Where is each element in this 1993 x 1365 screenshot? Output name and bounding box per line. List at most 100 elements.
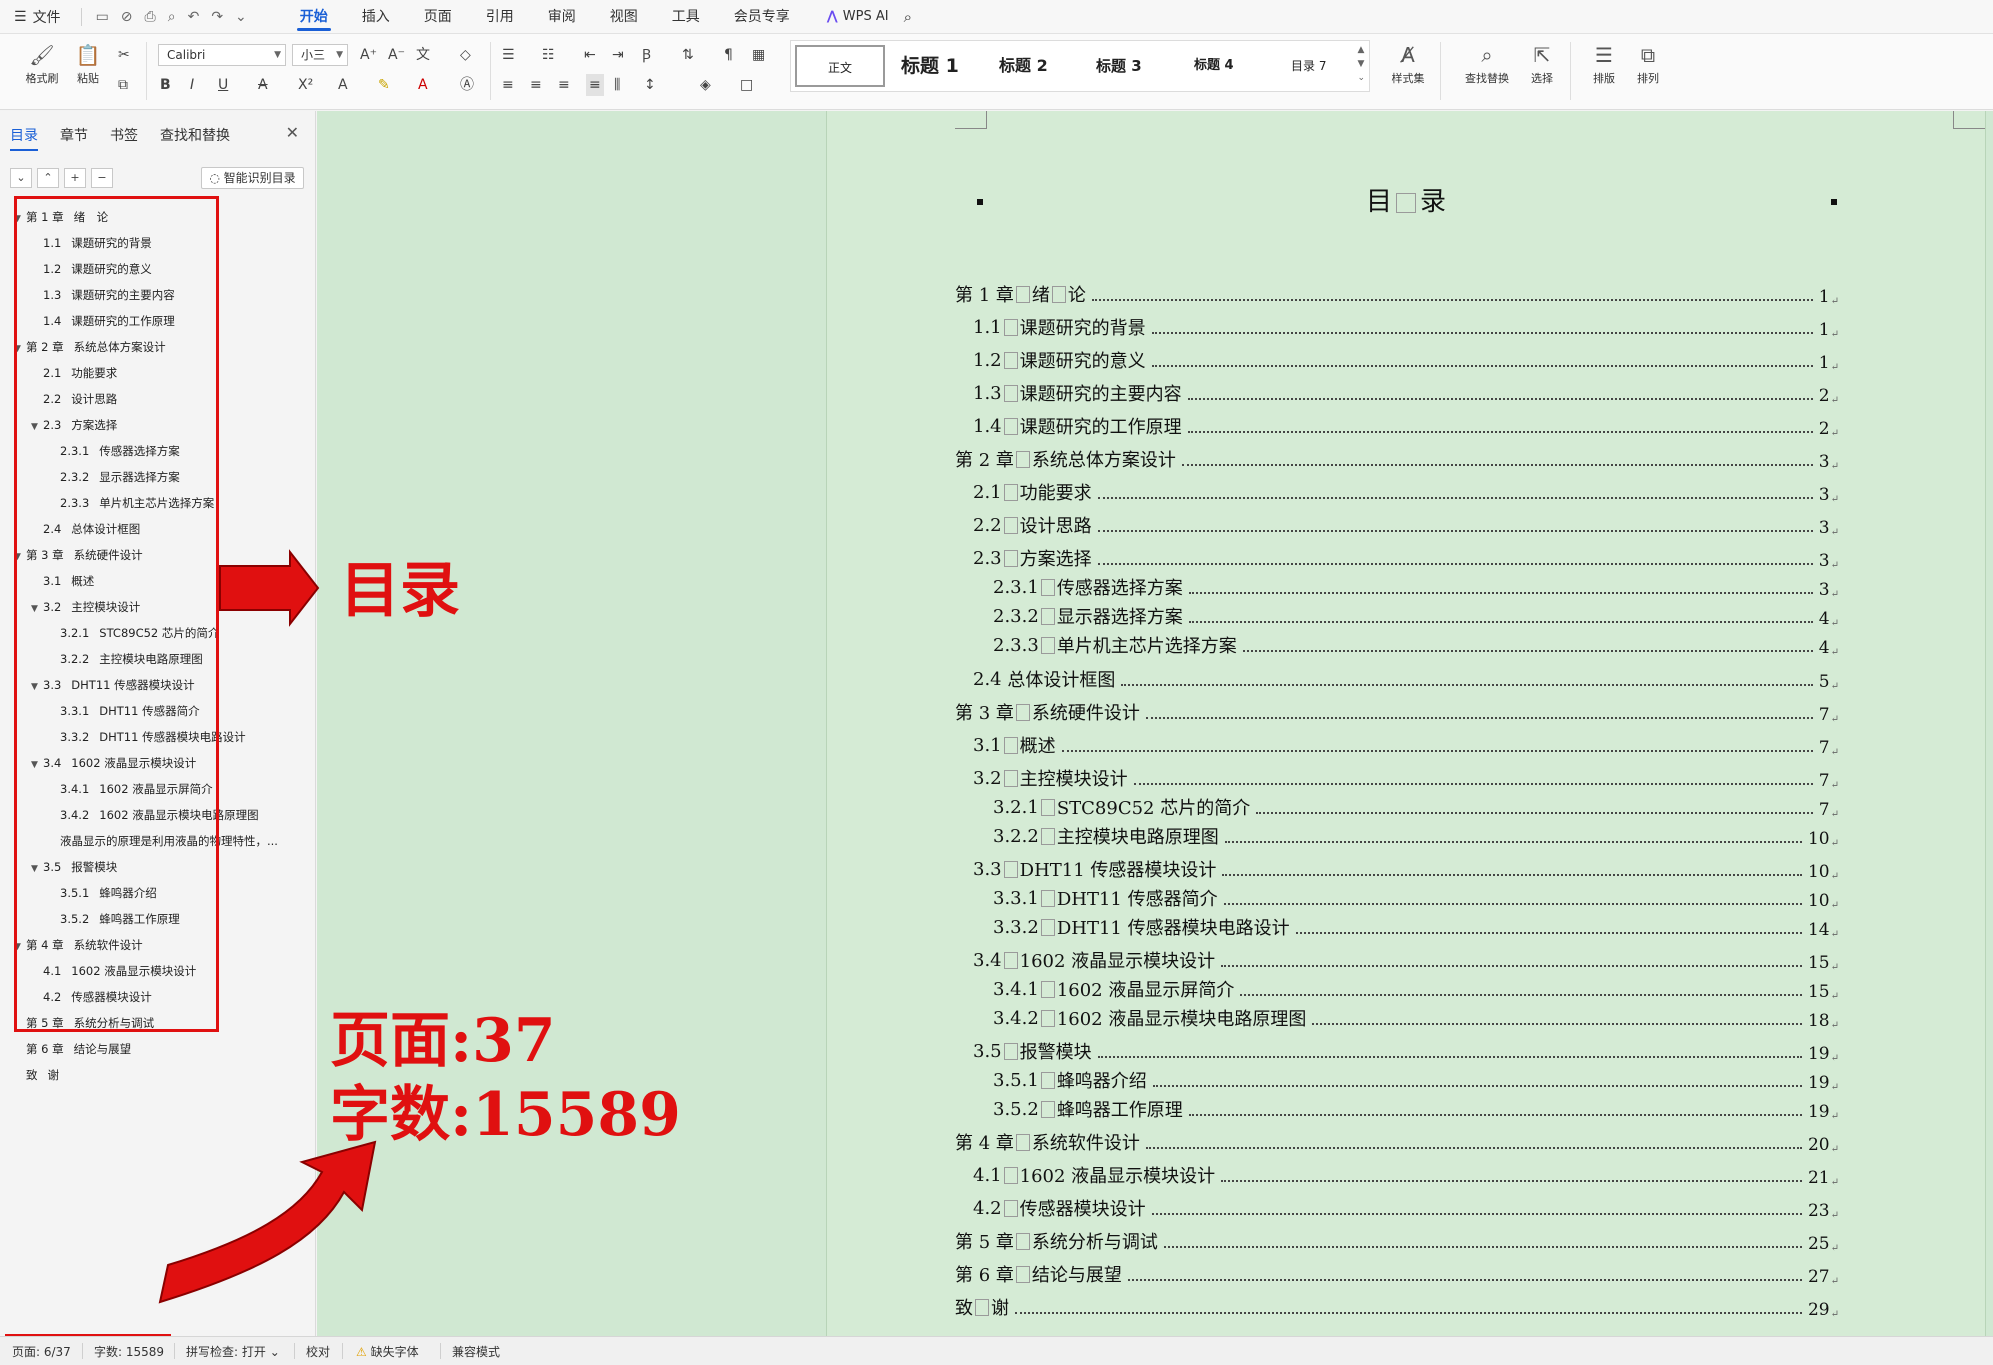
smart-toc-button[interactable]: ◌ 智能识别目录 (201, 167, 304, 189)
toc-entry[interactable]: 第 1 章绪论 1 ↵ (955, 281, 1839, 307)
align-right-icon[interactable]: ≡ (558, 74, 570, 96)
copy-icon[interactable]: ⧉ (118, 74, 128, 96)
nav-tree-item[interactable]: 致谢 (26, 1065, 312, 1085)
status-page-count[interactable]: 页面: 6/37 (12, 1343, 71, 1360)
demote-icon[interactable]: − (91, 168, 113, 188)
status-missing-font[interactable]: ⚠ 缺失字体 (356, 1343, 419, 1360)
save-icon[interactable]: ▭ (96, 9, 109, 25)
clear-format-icon[interactable]: ◇ (460, 44, 471, 66)
tab-member[interactable]: 会员专享 (717, 0, 807, 34)
align-center-icon[interactable]: ≡ (530, 74, 542, 96)
grow-font-icon[interactable]: A⁺ (360, 44, 377, 66)
toc-entry[interactable]: 2.3.1 传感器选择方案 3 ↵ (993, 574, 1839, 601)
toc-entry[interactable]: 2.3.2 显示器选择方案 4 ↵ (993, 603, 1839, 630)
font-size-select[interactable]: 小三 ▼ (292, 44, 348, 66)
toc-entry[interactable]: 4.2 传感器模块设计 23 ↵ (973, 1195, 1839, 1222)
toc-entry[interactable]: 3.2 主控模块设计 7 ↵ (973, 765, 1839, 792)
nav-tree-item[interactable]: 第 6 章结论与展望 (26, 1039, 312, 1059)
toc-entry[interactable]: 3.3 DHT11 传感器模块设计 10 ↵ (973, 856, 1839, 883)
increase-indent-icon[interactable]: ⇥ (612, 44, 624, 66)
print-preview-icon[interactable]: ⌕ (168, 9, 176, 25)
toc-entry[interactable]: 3.4.2 1602 液晶显示模块电路原理图 18 ↵ (993, 1005, 1839, 1032)
nav-tab-bookmarks[interactable]: 书签 (110, 125, 138, 145)
italic-icon[interactable]: I (190, 74, 194, 96)
style-normal[interactable]: 正文 (795, 45, 885, 87)
nav-tab-sections[interactable]: 章节 (60, 125, 88, 145)
arrange-button[interactable]: ⧉ 排列 (1628, 40, 1668, 86)
justify-icon[interactable]: ≡ (586, 74, 604, 96)
bold-icon[interactable]: B (160, 74, 171, 96)
toc-entry[interactable]: 3.4.1 1602 液晶显示屏简介 15 ↵ (993, 976, 1839, 1003)
file-menu[interactable]: ☰ 文件 (0, 7, 75, 27)
style-heading-4[interactable]: 标题 4 (1194, 45, 1234, 87)
tab-reference[interactable]: 引用 (469, 0, 531, 34)
expand-all-icon[interactable]: ⌄ (10, 168, 32, 188)
toc-entry[interactable]: 3.5.1 蜂鸣器介绍 19 ↵ (993, 1067, 1839, 1094)
toc-entry[interactable]: 3.2.2 主控模块电路原理图 10 ↵ (993, 823, 1839, 850)
toc-entry[interactable]: 第 2 章系统总体方案设计 3 ↵ (955, 446, 1839, 472)
style-heading-2[interactable]: 标题 2 (999, 45, 1048, 87)
toc-entry[interactable]: 2.1 功能要求 3 ↵ (973, 479, 1839, 506)
print-icon[interactable]: ⎙ (145, 9, 156, 25)
cut-icon[interactable]: ✂ (118, 44, 130, 66)
phonetic-icon[interactable]: 文 (416, 44, 430, 66)
shrink-font-icon[interactable]: A⁻ (388, 44, 405, 66)
style-set-button[interactable]: A̸ 样式集 (1384, 40, 1432, 86)
toc-entry[interactable]: 致谢 29 ↵ (955, 1294, 1839, 1320)
toc-entry[interactable]: 2.3.3 单片机主芯片选择方案 4 ↵ (993, 632, 1839, 659)
toc-entry[interactable]: 2.4 总体设计框图 5 ↵ (973, 666, 1839, 693)
paste-button[interactable]: 📋 粘贴 (68, 40, 108, 86)
chinese-layout-icon[interactable]: Ꞵ (642, 44, 651, 66)
collapse-all-icon[interactable]: ⌃ (37, 168, 59, 188)
toc-entry[interactable]: 3.5 报警模块 19 ↵ (973, 1038, 1839, 1065)
strikethrough-icon[interactable]: A (258, 74, 268, 96)
chevron-down-icon[interactable]: ⌄ (235, 9, 247, 25)
format-painter-button[interactable]: 🖌 格式刷 (22, 40, 62, 86)
find-replace-button[interactable]: ⌕ 查找替换 (1458, 40, 1516, 86)
toc-entry[interactable]: 2.3 方案选择 3 ↵ (973, 545, 1839, 572)
text-effect-icon[interactable]: A (338, 74, 348, 96)
undo-icon[interactable]: ↶ (188, 9, 200, 25)
status-proofread[interactable]: 校对 (306, 1343, 330, 1360)
toc-entry[interactable]: 2.2 设计思路 3 ↵ (973, 512, 1839, 539)
distribute-icon[interactable]: ⫼ (614, 74, 620, 96)
bullet-list-icon[interactable]: ☰ (502, 44, 515, 66)
font-name-select[interactable]: Calibri ▼ (158, 44, 286, 66)
select-button[interactable]: ⇱ 选择 (1522, 40, 1562, 86)
nav-tab-toc[interactable]: 目录 (10, 125, 38, 151)
shading-icon[interactable]: ◈ (700, 74, 711, 96)
decrease-indent-icon[interactable]: ⇤ (584, 44, 596, 66)
border-icon[interactable]: □ (740, 74, 753, 96)
tab-view[interactable]: 视图 (593, 0, 655, 34)
font-color-icon[interactable]: A (418, 74, 428, 96)
toc-entry[interactable]: 1.4 课题研究的工作原理 2 ↵ (973, 413, 1839, 440)
char-border-icon[interactable]: Ⓐ (460, 74, 474, 96)
style-heading-3[interactable]: 标题 3 (1096, 45, 1142, 87)
promote-icon[interactable]: + (64, 168, 86, 188)
table-icon[interactable]: ▦ (752, 44, 765, 66)
align-left-icon[interactable]: ≡ (502, 74, 514, 96)
toc-entry[interactable]: 3.5.2 蜂鸣器工作原理 19 ↵ (993, 1096, 1839, 1123)
gallery-scroll-icon[interactable]: ▲ ▼ ⌄ (1357, 43, 1365, 85)
toc-entry[interactable]: 3.2.1 STC89C52 芯片的简介 7 ↵ (993, 794, 1839, 821)
toc-entry[interactable]: 3.3.2 DHT11 传感器模块电路设计 14 ↵ (993, 914, 1839, 941)
highlight-icon[interactable]: ✎ (378, 74, 390, 96)
line-spacing-icon[interactable]: ↕ (644, 74, 656, 96)
wps-ai-button[interactable]: ⋀ WPS AI ⌕ (827, 8, 912, 26)
toc-entry[interactable]: 3.4 1602 液晶显示模块设计 15 ↵ (973, 947, 1839, 974)
style-toc-7[interactable]: 目录 7 (1291, 45, 1326, 87)
status-spell-check[interactable]: 拼写检查: 打开 ⌄ (186, 1343, 280, 1360)
tab-insert[interactable]: 插入 (345, 0, 407, 34)
toc-entry[interactable]: 1.3 课题研究的主要内容 2 ↵ (973, 380, 1839, 407)
toc-entry[interactable]: 第 3 章系统硬件设计 7 ↵ (955, 699, 1839, 725)
toc-entry[interactable]: 第 4 章系统软件设计 20 ↵ (955, 1129, 1839, 1155)
toc-entry[interactable]: 第 6 章结论与展望 27 ↵ (955, 1261, 1839, 1287)
tab-home[interactable]: 开始 (283, 0, 345, 34)
sort-icon[interactable]: ⇅ (682, 44, 694, 66)
close-icon[interactable]: ✕ (286, 123, 299, 142)
superscript-icon[interactable]: X² (298, 74, 313, 96)
number-list-icon[interactable]: ☷ (542, 44, 555, 66)
tab-page[interactable]: 页面 (407, 0, 469, 34)
underline-icon[interactable]: U (218, 74, 228, 96)
link-icon[interactable]: ⊘ (121, 9, 133, 25)
